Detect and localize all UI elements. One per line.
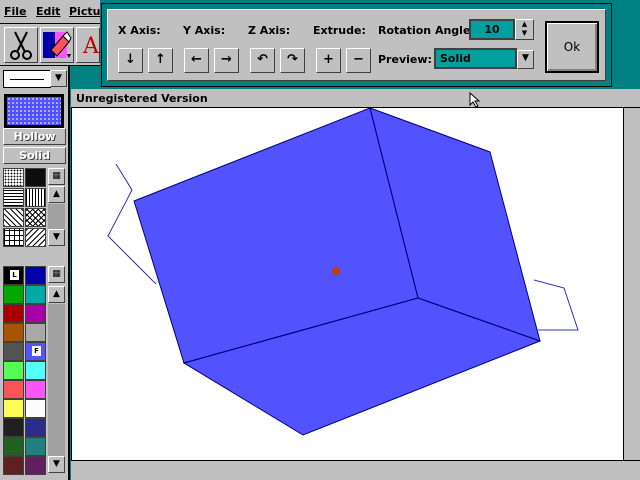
rotation-angle-input[interactable]: 10 <box>469 19 515 40</box>
chevron-down-icon: ▼ <box>55 73 62 83</box>
tool-row: A <box>0 24 100 66</box>
line-color-marker: L <box>10 270 19 280</box>
document-title: Unregistered Version <box>71 89 640 108</box>
preview-select[interactable]: Solid <box>434 48 517 69</box>
pattern-icon: ▦ <box>52 171 61 181</box>
color-swatch[interactable] <box>3 304 24 323</box>
color-swatch[interactable] <box>3 323 24 342</box>
color-swatch[interactable] <box>25 399 46 418</box>
horizontal-scrollbar[interactable] <box>71 460 640 480</box>
extrude-label: Extrude: <box>313 24 366 37</box>
spin-up-icon[interactable]: ▲ <box>516 20 533 29</box>
eraser-icon <box>43 31 72 58</box>
preview-dropdown[interactable]: ▼ <box>517 50 534 69</box>
color-swatch[interactable]: F <box>25 342 46 361</box>
extrude-minus-button[interactable]: − <box>346 48 371 73</box>
text-tool[interactable]: A <box>76 27 100 63</box>
chevron-down-icon: ▼ <box>53 232 60 242</box>
pattern-swatch[interactable] <box>3 168 24 187</box>
color-menu-button[interactable]: ▦ <box>48 266 65 283</box>
pattern-swatch[interactable] <box>25 168 46 187</box>
rotation-center-dot <box>332 267 340 275</box>
color-swatch[interactable] <box>3 399 24 418</box>
y-axis-label: Y Axis: <box>183 24 226 37</box>
pattern-menu-button[interactable]: ▦ <box>48 168 65 185</box>
color-scrollbar[interactable] <box>48 304 65 456</box>
color-swatch[interactable] <box>25 380 46 399</box>
color-scroll-up[interactable]: ▲ <box>48 286 65 303</box>
vertical-scrollbar[interactable] <box>623 108 640 460</box>
scissors-tool[interactable] <box>4 27 38 63</box>
extrude-plus-button[interactable]: + <box>316 48 341 73</box>
y-axis-right-button[interactable]: → <box>214 48 239 73</box>
color-swatch[interactable] <box>25 418 46 437</box>
color-swatch[interactable]: L <box>3 266 24 285</box>
ok-button[interactable]: Ok <box>545 21 599 73</box>
chevron-up-icon: ▲ <box>53 289 60 299</box>
color-swatch[interactable] <box>25 323 46 342</box>
color-swatch[interactable] <box>25 285 46 304</box>
fill-preview <box>4 94 64 128</box>
menu-edit[interactable]: Edit <box>36 5 60 18</box>
scissors-icon <box>10 31 32 60</box>
spin-down-icon[interactable]: ▼ <box>516 29 533 38</box>
menu-picture[interactable]: Pictu <box>69 5 100 18</box>
rotation-angle-spinner[interactable]: ▲ ▼ <box>515 19 534 40</box>
color-swatch[interactable] <box>3 456 24 475</box>
x-axis-up-button[interactable]: ↑ <box>148 48 173 73</box>
hollow-button[interactable]: Hollow <box>3 128 66 145</box>
dialog-body: X Axis: Y Axis: Z Axis: Extrude: ↓ ↑ ← →… <box>107 9 606 81</box>
letter-a-icon: A <box>83 34 99 59</box>
rotate-3d-dialog: X Axis: Y Axis: Z Axis: Extrude: ↓ ↑ ← →… <box>101 3 612 87</box>
color-swatch[interactable] <box>25 361 46 380</box>
x-axis-label: X Axis: <box>118 24 161 37</box>
z-axis-cw-button[interactable]: ↷ <box>280 48 305 73</box>
pattern-scroll-down[interactable]: ▼ <box>48 229 65 246</box>
color-swatch[interactable] <box>25 266 46 285</box>
eraser-tool[interactable] <box>40 27 74 63</box>
z-axis-ccw-button[interactable]: ↶ <box>250 48 275 73</box>
color-swatch[interactable] <box>25 304 46 323</box>
chevron-up-icon: ▲ <box>53 189 60 199</box>
mouse-pointer-icon <box>469 91 481 112</box>
solid-button[interactable]: Solid <box>3 147 66 164</box>
pattern-scrollbar[interactable] <box>48 204 65 229</box>
chevron-down-icon: ▼ <box>522 53 529 63</box>
pattern-swatch[interactable] <box>25 208 46 227</box>
color-swatch[interactable] <box>3 361 24 380</box>
y-axis-left-button[interactable]: ← <box>184 48 209 73</box>
pattern-swatch[interactable] <box>3 228 24 247</box>
color-swatch[interactable] <box>3 437 24 456</box>
pattern-swatch[interactable] <box>25 228 46 247</box>
color-swatch[interactable] <box>3 342 24 361</box>
left-panel: ▼ Hollow Solid ▦ ▲ ▼ L F ▦ ▲ ▼ <box>0 66 70 480</box>
line-style-selector[interactable] <box>3 70 51 88</box>
color-swatch[interactable] <box>3 285 24 304</box>
color-scroll-down[interactable]: ▼ <box>48 456 65 473</box>
z-axis-label: Z Axis: <box>248 24 291 37</box>
color-swatch[interactable] <box>25 456 46 475</box>
menu-bar: File Edit Pictu <box>0 0 100 24</box>
pattern-swatch[interactable] <box>25 188 46 207</box>
cube-drawing <box>107 107 579 436</box>
pattern-scroll-up[interactable]: ▲ <box>48 186 65 203</box>
drawing-canvas[interactable] <box>71 107 623 460</box>
color-swatch[interactable] <box>25 437 46 456</box>
chevron-down-icon: ▼ <box>53 459 60 469</box>
rotation-angle-label: Rotation Angle: <box>378 24 475 37</box>
fill-color-marker: F <box>32 346 41 356</box>
pattern-swatch[interactable] <box>3 188 24 207</box>
menu-file[interactable]: File <box>4 5 27 18</box>
line-style-dropdown[interactable]: ▼ <box>50 70 67 87</box>
x-axis-down-button[interactable]: ↓ <box>118 48 143 73</box>
color-swatch[interactable] <box>3 418 24 437</box>
grid-icon: ▦ <box>52 269 61 279</box>
pattern-swatch[interactable] <box>3 208 24 227</box>
color-swatch[interactable] <box>3 380 24 399</box>
preview-label: Preview: <box>378 53 432 66</box>
wireframe-outline <box>533 279 579 331</box>
